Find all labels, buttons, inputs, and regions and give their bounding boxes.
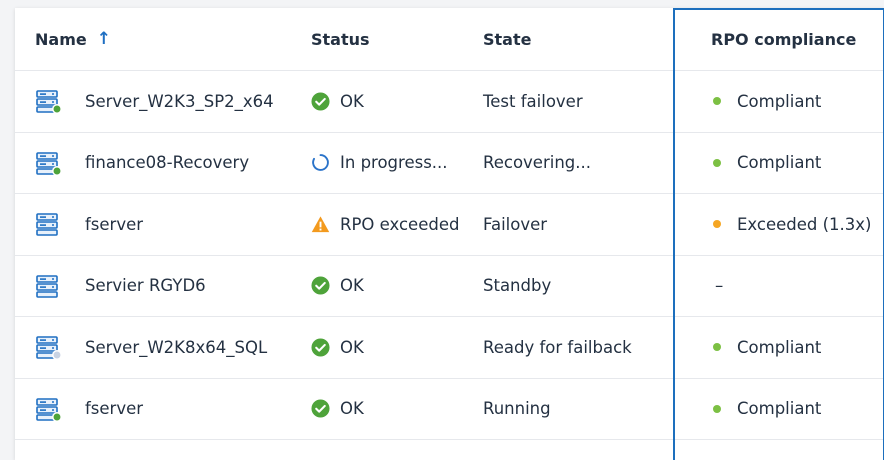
server-name[interactable]: Servier RGYD6 [85, 256, 206, 317]
check-circle-icon [311, 338, 330, 357]
status-text: OK [340, 91, 364, 111]
column-header-name[interactable]: Name ↑ [35, 8, 111, 70]
column-header-state[interactable]: State [483, 8, 531, 70]
rpo-cell: Compliant [711, 71, 821, 132]
server-icon [36, 211, 62, 237]
server-icon [36, 150, 62, 176]
check-circle-icon [311, 399, 330, 418]
rpo-status-dot [713, 158, 721, 167]
rpo-status-dot [713, 220, 721, 229]
status-text: RPO exceeded [340, 214, 460, 234]
column-header-name-label: Name [35, 29, 87, 49]
rpo-cell: Exceeded (1.3x) [711, 194, 872, 255]
check-circle-icon [311, 276, 330, 295]
warning-triangle-icon [311, 215, 330, 234]
rpo-status-dot [713, 97, 721, 106]
table-row[interactable]: fserver RPO exceeded Failover Exceeded (1.3… [15, 194, 884, 256]
rpo-text: Compliant [737, 153, 822, 173]
rpo-text: Compliant [737, 91, 822, 111]
rpo-text: Exceeded (1.3x) [737, 214, 872, 234]
column-header-status[interactable]: Status [311, 8, 370, 70]
server-icon [36, 88, 62, 115]
status-cell: OK [311, 256, 364, 317]
spinner-icon [311, 153, 330, 172]
table-header: Name ↑ Status State RPO compliance [15, 8, 884, 71]
rpo-cell: Compliant [711, 133, 821, 194]
rpo-status-dot [713, 343, 721, 352]
state-text: Failover [483, 214, 548, 234]
status-text: In progress... [340, 153, 448, 173]
table-row[interactable]: Server_W2K8x64_SQL OK Ready for failback Co… [15, 317, 884, 379]
server-icon [36, 334, 62, 361]
recovery-servers-table: Name ↑ Status State RPO compliance Serve… [15, 8, 884, 440]
server-name[interactable]: fserver [85, 379, 143, 440]
status-cell: In progress... [311, 133, 448, 194]
table-row[interactable]: fserver OK Running Compliant [15, 379, 884, 440]
rpo-status-dot [713, 404, 721, 413]
status-cell: OK [311, 379, 364, 440]
state-text: Test failover [483, 91, 583, 111]
state-text: Running [483, 399, 551, 419]
state-text: Standby [483, 276, 552, 296]
server-name[interactable]: Server_W2K8x64_SQL [85, 317, 267, 378]
rpo-text: – [715, 276, 724, 296]
table-row[interactable]: finance08-Recovery In progress... Recoveri… [15, 133, 884, 194]
rpo-text: Compliant [737, 399, 822, 419]
check-circle-icon [311, 92, 330, 111]
arrow-up-icon[interactable]: ↑ [97, 29, 111, 49]
server-name[interactable]: Server_W2K3_SP2_x64 [85, 71, 274, 132]
column-header-rpo-compliance[interactable]: RPO compliance [711, 8, 856, 70]
rpo-cell: Compliant [711, 379, 821, 440]
status-cell: OK [311, 317, 364, 378]
rpo-cell: – [711, 256, 723, 317]
server-name[interactable]: fserver [85, 194, 143, 255]
status-text: OK [340, 337, 364, 357]
server-icon [36, 396, 62, 422]
status-cell: RPO exceeded [311, 194, 459, 255]
server-icon [36, 273, 62, 299]
state-text: Ready for failback [483, 337, 632, 357]
status-text: OK [340, 399, 364, 419]
state-text: Recovering... [483, 153, 591, 173]
table-row[interactable]: Servier RGYD6 OK Standby – [15, 256, 884, 317]
status-text: OK [340, 276, 364, 296]
server-name[interactable]: finance08-Recovery [85, 133, 249, 194]
status-cell: OK [311, 71, 364, 132]
rpo-cell: Compliant [711, 317, 821, 378]
table-row[interactable]: Server_W2K3_SP2_x64 OK Test failover Compli… [15, 71, 884, 133]
rpo-text: Compliant [737, 337, 822, 357]
